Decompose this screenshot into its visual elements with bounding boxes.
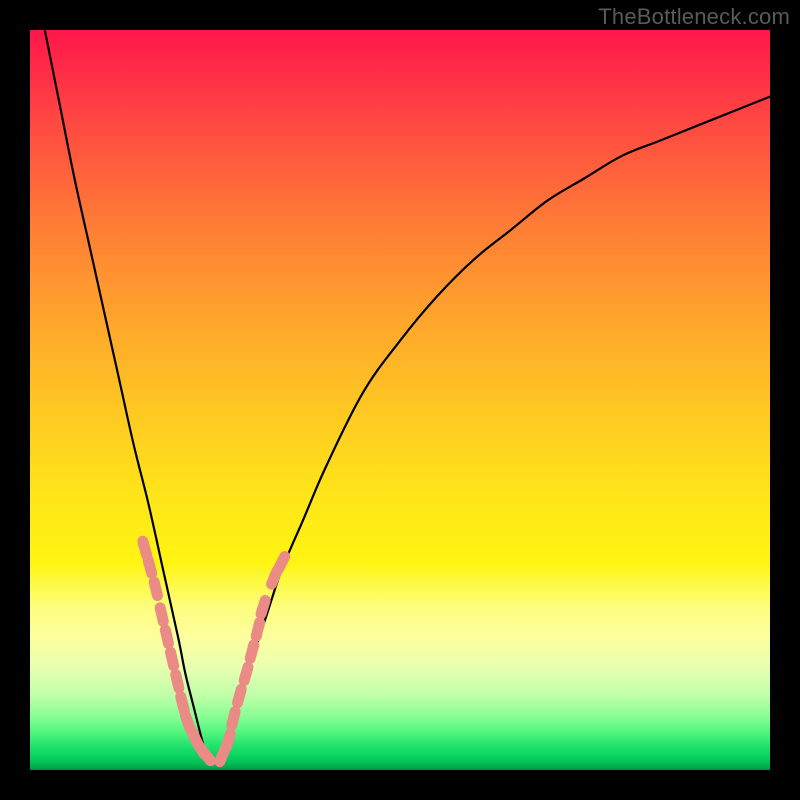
watermark-text: TheBottleneck.com <box>598 4 790 30</box>
data-marker <box>154 582 157 596</box>
data-marker <box>176 674 179 688</box>
data-marker <box>244 667 248 680</box>
data-marker <box>160 608 163 622</box>
data-marker <box>148 560 152 574</box>
data-marker <box>238 689 242 702</box>
data-marker <box>165 630 168 644</box>
data-marker <box>170 652 173 666</box>
data-marker <box>232 711 235 725</box>
data-marker <box>250 645 254 659</box>
chart-frame: TheBottleneck.com <box>0 0 800 800</box>
data-marker <box>261 601 265 614</box>
data-marker <box>226 734 230 747</box>
curve-layer <box>30 30 770 770</box>
plot-area <box>30 30 770 770</box>
data-marker <box>256 623 259 637</box>
data-marker <box>202 750 211 761</box>
data-marker <box>181 697 184 711</box>
right-branch-curve <box>222 97 770 756</box>
data-marker <box>143 541 147 554</box>
data-marker <box>278 557 284 570</box>
left-branch-curve <box>45 30 206 755</box>
